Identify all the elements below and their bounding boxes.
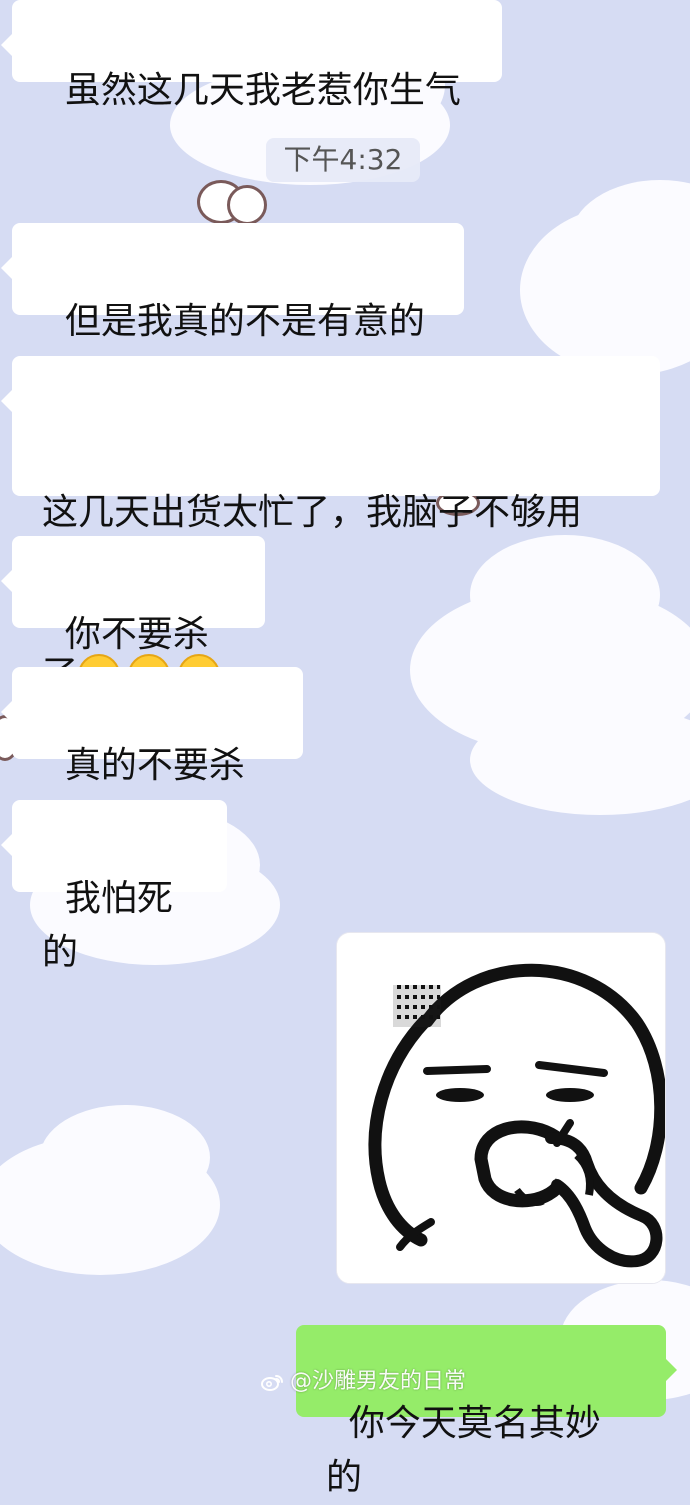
incoming-message-bubble[interactable]: 但是我真的不是有意的 <box>1 223 464 342</box>
meme-face-picking-nose-sticker[interactable] <box>336 932 666 1284</box>
message-text: 你今天莫名其妙的 <box>326 1403 601 1498</box>
weibo-icon <box>261 1375 283 1391</box>
sticker-drawing <box>337 933 665 1283</box>
incoming-message-bubble[interactable]: 你不要杀我 <box>1 536 265 709</box>
incoming-message-bubble[interactable]: 真的不要杀我 <box>1 667 303 840</box>
incoming-message-bubble[interactable]: 我怕死的 <box>1 800 227 973</box>
incoming-message-bubble[interactable]: 这几天出货太忙了，我脑子不够用 了 <box>1 356 660 696</box>
message-text: 虽然这几天我老惹你生气 <box>64 70 461 111</box>
watermark-text: @沙雕男友的日常 <box>290 1369 467 1394</box>
message-text: 但是我真的不是有意的 <box>64 301 425 342</box>
incoming-message-bubble[interactable]: 虽然这几天我老惹你生气 <box>1 0 502 111</box>
message-text-line-1: 这几天出货太忙了，我脑子不够用 <box>42 492 583 533</box>
watermark: @沙雕男友的日常 <box>260 1370 466 1394</box>
message-timestamp: 下午4:32 <box>266 138 420 182</box>
